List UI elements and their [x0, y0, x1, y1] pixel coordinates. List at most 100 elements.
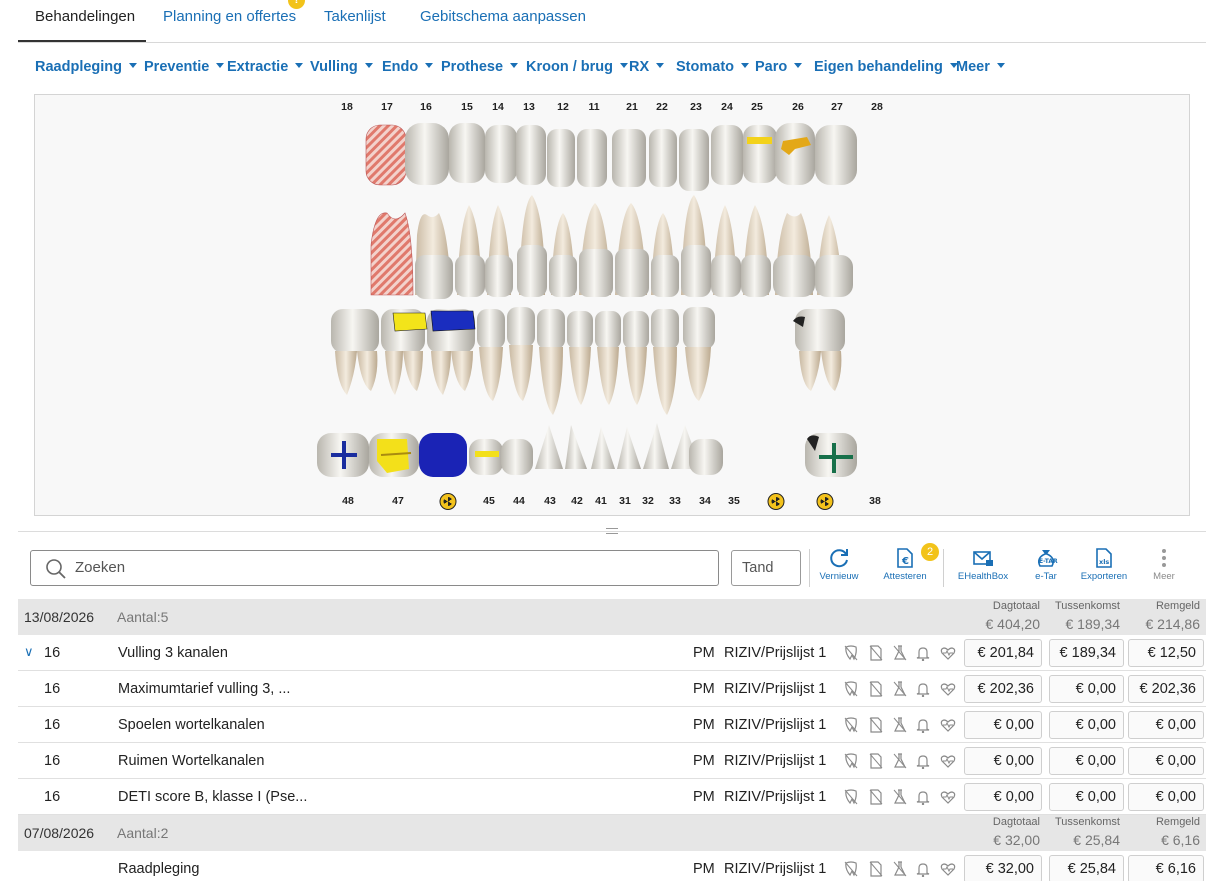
meer-button[interactable]: Meer — [1129, 546, 1199, 586]
row-tussenkomst[interactable]: € 0,00 — [1049, 711, 1124, 739]
row-tussenkomst[interactable]: € 0,00 — [1049, 675, 1124, 703]
document-icon[interactable] — [869, 789, 885, 805]
tooth-number-33[interactable]: 33 — [669, 495, 681, 507]
tooth-edit-icon[interactable] — [844, 861, 860, 877]
bell-icon[interactable] — [916, 681, 932, 698]
row-amount[interactable]: € 32,00 — [964, 855, 1042, 881]
tooth-edit-icon[interactable] — [844, 789, 860, 805]
menu-meer[interactable]: Meer — [956, 59, 1005, 75]
tab-takenlijst[interactable]: Takenlijst — [324, 8, 386, 25]
treatment-row[interactable]: 16 DETI score B, klasse I (Pse... PM RIZIV/… — [18, 779, 1206, 815]
menu-extractie[interactable]: Extractie — [227, 59, 304, 75]
radiation-icon[interactable] — [816, 493, 834, 510]
bell-icon[interactable] — [916, 753, 932, 770]
bell-icon[interactable] — [916, 645, 932, 662]
treatment-row[interactable]: 16 Ruimen Wortelkanalen PM RIZIV/Prijslijst… — [18, 743, 1206, 779]
tooth-number-43[interactable]: 43 — [544, 495, 556, 507]
row-tussenkomst[interactable]: € 0,00 — [1049, 747, 1124, 775]
row-tussenkomst[interactable]: € 0,00 — [1049, 783, 1124, 811]
menu-eigen-behandeling[interactable]: Eigen behandeling — [814, 59, 958, 75]
menu-paro[interactable]: Paro — [755, 59, 803, 75]
tooth-number-44[interactable]: 44 — [513, 495, 525, 507]
search-input[interactable] — [75, 559, 675, 576]
row-remgeld[interactable]: € 0,00 — [1128, 783, 1204, 811]
search-field[interactable] — [30, 550, 719, 586]
menu-rx[interactable]: RX — [629, 59, 665, 75]
row-remgeld[interactable]: € 0,00 — [1128, 747, 1204, 775]
treatment-row[interactable]: Raadpleging PM RIZIV/Prijslijst 1 € 32,00 € … — [18, 851, 1206, 881]
heartbeat-icon[interactable] — [940, 645, 956, 661]
row-amount[interactable]: € 0,00 — [964, 747, 1042, 775]
tab-planning-en-offertes[interactable]: Planning en offertes — [163, 8, 296, 25]
tooth-number-31[interactable]: 31 — [619, 495, 631, 507]
dental-chart[interactable]: 18 17 16 15 14 13 12 11 21 22 23 24 25 2… — [34, 94, 1190, 516]
tooth-number-48[interactable]: 48 — [342, 495, 354, 507]
row-remgeld[interactable]: € 12,50 — [1128, 639, 1204, 667]
treatment-row[interactable]: 16 Maximumtarief vulling 3, ... PM RIZIV/Pr… — [18, 671, 1206, 707]
document-icon[interactable] — [869, 717, 885, 733]
menu-preventie[interactable]: Preventie — [144, 59, 225, 75]
lab-flask-icon[interactable] — [893, 753, 909, 769]
menu-kroon-brug[interactable]: Kroon / brug — [526, 59, 628, 75]
tooth-number-47[interactable]: 47 — [392, 495, 404, 507]
lab-flask-icon[interactable] — [893, 861, 909, 877]
row-amount[interactable]: € 0,00 — [964, 783, 1042, 811]
caret-down-icon — [996, 63, 1005, 68]
tooth-number-38[interactable]: 38 — [869, 495, 881, 507]
heartbeat-icon[interactable] — [940, 861, 956, 877]
menu-stomato[interactable]: Stomato — [676, 59, 749, 75]
document-icon[interactable] — [869, 645, 885, 661]
splitter-grip-icon[interactable] — [606, 528, 618, 534]
treatment-row[interactable]: 16 Spoelen wortelkanalen PM RIZIV/Prijslijs… — [18, 707, 1206, 743]
vernieuw-button[interactable]: Vernieuw — [804, 546, 874, 586]
row-tussenkomst[interactable]: € 25,84 — [1049, 855, 1124, 881]
document-icon[interactable] — [869, 681, 885, 697]
tooth-edit-icon[interactable] — [844, 681, 860, 697]
lab-flask-icon[interactable] — [893, 789, 909, 805]
treatment-row[interactable]: ∨ 16 Vulling 3 kanalen PM RIZIV/Prijslijst 1… — [18, 635, 1206, 671]
tooth-edit-icon[interactable] — [844, 753, 860, 769]
heartbeat-icon[interactable] — [940, 717, 956, 733]
date-group-header[interactable]: 07/08/2026 Aantal:2 Dagtotaal € 32,00 Tu… — [18, 815, 1206, 851]
lab-flask-icon[interactable] — [893, 681, 909, 697]
etar-bag-icon: E-TAR — [1038, 550, 1058, 567]
document-icon[interactable] — [869, 753, 885, 769]
row-amount[interactable]: € 201,84 — [964, 639, 1042, 667]
tooth-edit-icon[interactable] — [844, 717, 860, 733]
row-amount[interactable]: € 202,36 — [964, 675, 1042, 703]
row-tussenkomst[interactable]: € 189,34 — [1049, 639, 1124, 667]
bell-icon[interactable] — [916, 789, 932, 806]
heartbeat-icon[interactable] — [940, 681, 956, 697]
tand-field[interactable] — [731, 550, 801, 586]
row-remgeld[interactable]: € 202,36 — [1128, 675, 1204, 703]
tooth-number-42[interactable]: 42 — [571, 495, 583, 507]
radiation-icon[interactable] — [439, 493, 457, 510]
menu-prothese[interactable]: Prothese — [441, 59, 519, 75]
tooth-number-41[interactable]: 41 — [595, 495, 607, 507]
lab-flask-icon[interactable] — [893, 645, 909, 661]
tooth-edit-icon[interactable] — [844, 645, 860, 661]
heartbeat-icon[interactable] — [940, 753, 956, 769]
tab-behandelingen[interactable]: Behandelingen — [35, 8, 135, 25]
row-remgeld[interactable]: € 0,00 — [1128, 711, 1204, 739]
bell-icon[interactable] — [916, 861, 932, 878]
document-icon[interactable] — [869, 861, 885, 877]
tab-gebitschema-aanpassen[interactable]: Gebitschema aanpassen — [420, 8, 586, 25]
tooth-number-32[interactable]: 32 — [642, 495, 654, 507]
tooth-number-35[interactable]: 35 — [728, 495, 740, 507]
tooth-number-34[interactable]: 34 — [699, 495, 711, 507]
menu-endo[interactable]: Endo — [382, 59, 434, 75]
tooth-number-45[interactable]: 45 — [483, 495, 495, 507]
date-group-header[interactable]: 13/08/2026 Aantal:5 Dagtotaal € 404,20 T… — [18, 599, 1206, 635]
chevron-down-icon[interactable]: ∨ — [24, 644, 34, 660]
tand-input[interactable] — [742, 560, 794, 576]
lab-flask-icon[interactable] — [893, 717, 909, 733]
row-amount[interactable]: € 0,00 — [964, 711, 1042, 739]
ehealthbox-button[interactable]: EHealthBox — [948, 546, 1018, 586]
menu-vulling[interactable]: Vulling — [310, 59, 373, 75]
row-remgeld[interactable]: € 6,16 — [1128, 855, 1204, 881]
menu-raadpleging[interactable]: Raadpleging — [35, 59, 138, 75]
radiation-icon[interactable] — [767, 493, 785, 510]
heartbeat-icon[interactable] — [940, 789, 956, 805]
bell-icon[interactable] — [916, 717, 932, 734]
